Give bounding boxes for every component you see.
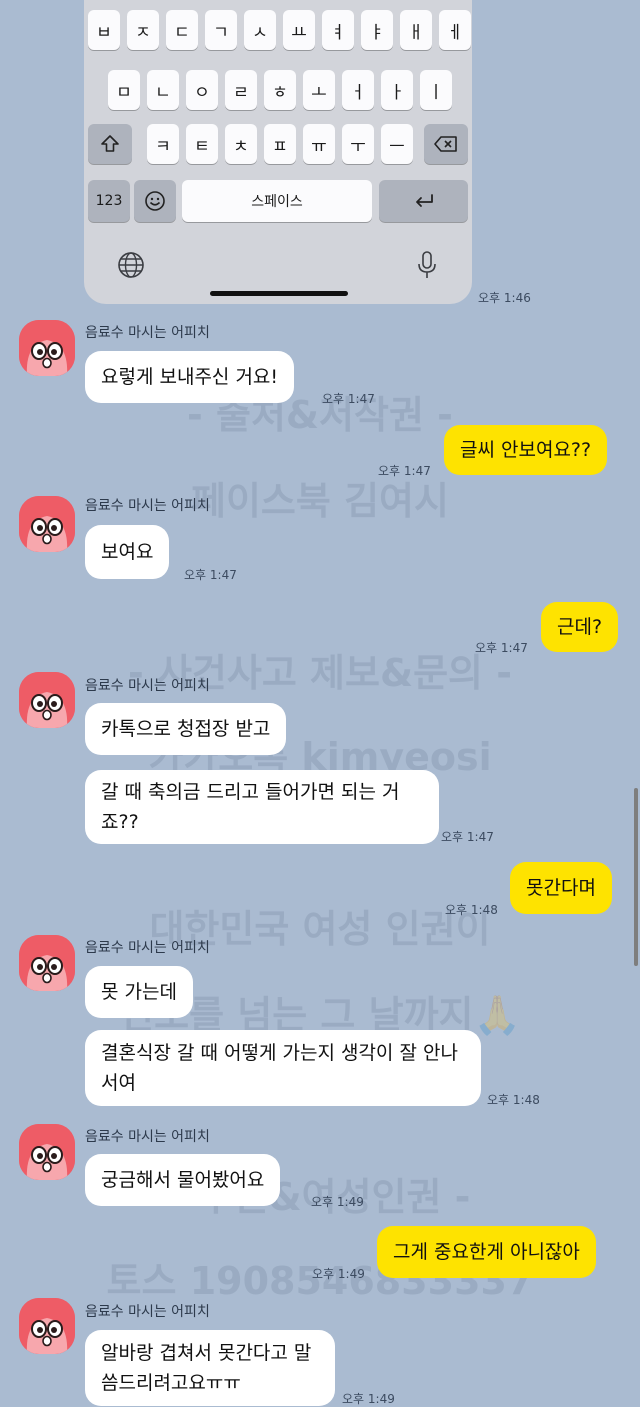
apeach-avatar-icon: [19, 320, 75, 376]
key[interactable]: ㅓ: [342, 70, 374, 110]
backspace-icon: [434, 136, 457, 152]
key[interactable]: ㅣ: [420, 70, 452, 110]
key[interactable]: ㄱ: [205, 10, 237, 50]
key[interactable]: ㅈ: [127, 10, 159, 50]
shift-arrow-icon: [101, 135, 119, 152]
message-time: 오후 1:49: [342, 1392, 395, 1406]
message-bubble[interactable]: 카톡으로 청접장 받고: [85, 703, 287, 755]
key[interactable]: ㅐ: [400, 10, 432, 50]
my-message-bubble[interactable]: 그게 중요한게 아니잖아: [377, 1226, 596, 1278]
my-message-bubble[interactable]: 못간다며: [510, 862, 612, 914]
key[interactable]: ㅡ: [381, 124, 413, 164]
message-bubble[interactable]: 보여요: [85, 525, 170, 579]
key[interactable]: ㅇ: [186, 70, 218, 110]
key[interactable]: ㅠ: [303, 124, 335, 164]
sender-name: 음료수 마시는 어피치: [85, 678, 210, 694]
apeach-avatar-icon: [19, 672, 75, 728]
sender-name: 음료수 마시는 어피치: [85, 498, 210, 514]
key[interactable]: ㅂ: [88, 10, 120, 50]
shift-key[interactable]: [88, 124, 132, 164]
home-indicator: [210, 291, 348, 296]
message-time: 오후 1:48: [487, 1093, 540, 1107]
apeach-avatar-icon: [19, 935, 75, 991]
avatar[interactable]: [19, 672, 75, 728]
scrollbar[interactable]: [634, 788, 638, 966]
emoji-icon: [145, 191, 165, 211]
message-time: 오후 1:49: [311, 1195, 364, 1209]
key[interactable]: ㅏ: [381, 70, 413, 110]
backspace-key[interactable]: [424, 124, 468, 164]
my-message-bubble[interactable]: 근데?: [541, 602, 619, 652]
sender-name: 음료수 마시는 어피치: [85, 940, 210, 956]
sender-name: 음료수 마시는 어피치: [85, 1304, 210, 1320]
key[interactable]: ㄹ: [225, 70, 257, 110]
keyboard-screenshot[interactable]: ㅂ ㅈ ㄷ ㄱ ㅅ ㅛ ㅕ ㅑ ㅐ ㅔ ㅁ ㄴ ㅇ ㄹ ㅎ ㅗ ㅓ ㅏ ㅣ ㅋ …: [84, 0, 472, 304]
return-icon: [415, 194, 433, 207]
key[interactable]: ㅜ: [342, 124, 374, 164]
globe-icon: [118, 252, 144, 278]
apeach-avatar-icon: [19, 1124, 75, 1180]
key[interactable]: ㅁ: [108, 70, 140, 110]
key[interactable]: ㅅ: [244, 10, 276, 50]
apeach-avatar-icon: [19, 496, 75, 552]
message-bubble[interactable]: 결혼식장 갈 때 어떻게 가는지 생각이 잘 안나서여: [85, 1030, 481, 1106]
sender-name: 음료수 마시는 어피치: [85, 325, 210, 341]
sender-name: 음료수 마시는 어피치: [85, 1129, 210, 1145]
message-time: 오후 1:47: [378, 464, 431, 478]
avatar[interactable]: [19, 320, 75, 376]
apeach-avatar-icon: [19, 1298, 75, 1354]
key[interactable]: ㅊ: [225, 124, 257, 164]
key[interactable]: ㅌ: [186, 124, 218, 164]
key[interactable]: ㄷ: [166, 10, 198, 50]
microphone-button[interactable]: [410, 248, 444, 282]
key[interactable]: ㅗ: [303, 70, 335, 110]
return-key[interactable]: [379, 180, 468, 222]
space-key[interactable]: 스페이스: [182, 180, 372, 222]
message-time: 오후 1:49: [312, 1267, 365, 1281]
message-time: 오후 1:48: [445, 903, 498, 917]
globe-button[interactable]: [114, 248, 148, 282]
message-bubble[interactable]: 갈 때 축의금 드리고 들어가면 되는 거죠??: [85, 770, 439, 844]
avatar[interactable]: [19, 1124, 75, 1180]
key[interactable]: ㅎ: [264, 70, 296, 110]
key[interactable]: ㄴ: [147, 70, 179, 110]
avatar[interactable]: [19, 496, 75, 552]
message-bubble[interactable]: 궁금해서 물어봤어요: [85, 1154, 281, 1206]
key[interactable]: ㅋ: [147, 124, 179, 164]
message-time: 오후 1:47: [184, 568, 237, 582]
message-time: 오후 1:47: [322, 392, 375, 406]
key[interactable]: ㅑ: [361, 10, 393, 50]
message-time: 오후 1:46: [478, 291, 531, 305]
key[interactable]: ㅔ: [439, 10, 471, 50]
message-time: 오후 1:47: [475, 641, 528, 655]
key[interactable]: ㅍ: [264, 124, 296, 164]
my-message-bubble[interactable]: 글씨 안보여요??: [444, 425, 608, 475]
message-bubble[interactable]: 요렇게 보내주신 거요!: [85, 351, 295, 403]
emoji-key[interactable]: [134, 180, 176, 222]
avatar[interactable]: [19, 935, 75, 991]
message-bubble[interactable]: 알바랑 겹쳐서 못간다고 말씀드리려고요ㅠㅠ: [85, 1330, 335, 1406]
message-bubble[interactable]: 못 가는데: [85, 966, 193, 1018]
numbers-key[interactable]: 123: [88, 180, 130, 222]
key[interactable]: ㅛ: [283, 10, 315, 50]
key[interactable]: ㅕ: [322, 10, 354, 50]
avatar[interactable]: [19, 1298, 75, 1354]
message-time: 오후 1:47: [441, 830, 494, 844]
microphone-icon: [418, 251, 436, 278]
